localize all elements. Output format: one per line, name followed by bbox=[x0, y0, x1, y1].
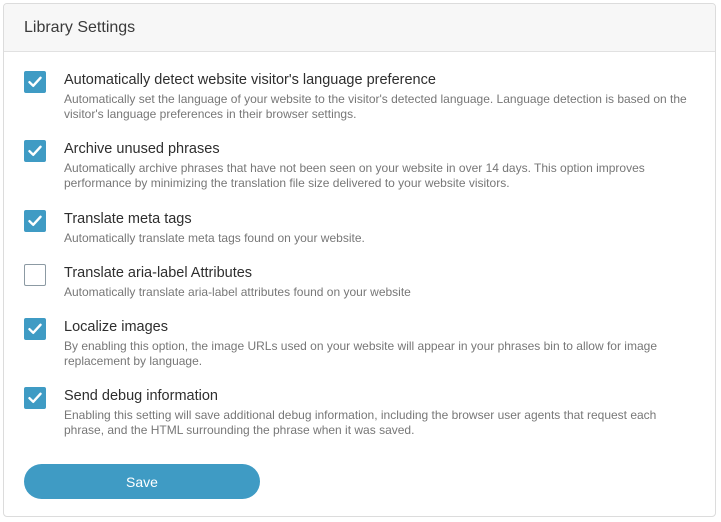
translate-aria-label-checkbox[interactable] bbox=[24, 264, 46, 286]
checkmark-icon bbox=[28, 215, 42, 226]
localize-images-checkbox[interactable] bbox=[24, 318, 46, 340]
checkmark-icon bbox=[28, 145, 42, 156]
setting-title: Localize images bbox=[64, 319, 168, 335]
setting-description: Enabling this setting will save addition… bbox=[64, 408, 657, 437]
library-settings-panel: Library Settings Automatically detect we… bbox=[3, 3, 716, 517]
archive-phrases-checkbox[interactable] bbox=[24, 140, 46, 162]
setting-title: Archive unused phrases bbox=[64, 141, 220, 157]
checkmark-icon bbox=[28, 76, 42, 87]
setting-title: Automatically detect website visitor's l… bbox=[64, 72, 436, 88]
translate-meta-tags-checkbox[interactable] bbox=[24, 210, 46, 232]
setting-description: By enabling this option, the image URLs … bbox=[64, 339, 657, 368]
send-debug-info-checkbox[interactable] bbox=[24, 387, 46, 409]
setting-description: Automatically translate aria-label attri… bbox=[64, 285, 411, 299]
setting-title: Translate meta tags bbox=[64, 211, 192, 227]
setting-title: Translate aria-label Attributes bbox=[64, 265, 253, 281]
detect-language-checkbox[interactable] bbox=[24, 71, 46, 93]
setting-description: Automatically set the language of your w… bbox=[64, 92, 687, 121]
panel-title: Library Settings bbox=[24, 18, 136, 36]
setting-description: Automatically translate meta tags found … bbox=[64, 231, 365, 245]
setting-description: Automatically archive phrases that have … bbox=[64, 161, 645, 190]
panel-header: Library Settings bbox=[4, 4, 715, 52]
save-button[interactable]: Save bbox=[24, 464, 260, 499]
setting-title: Send debug information bbox=[64, 388, 218, 404]
checkmark-icon bbox=[28, 323, 42, 334]
checkmark-icon bbox=[28, 392, 42, 403]
